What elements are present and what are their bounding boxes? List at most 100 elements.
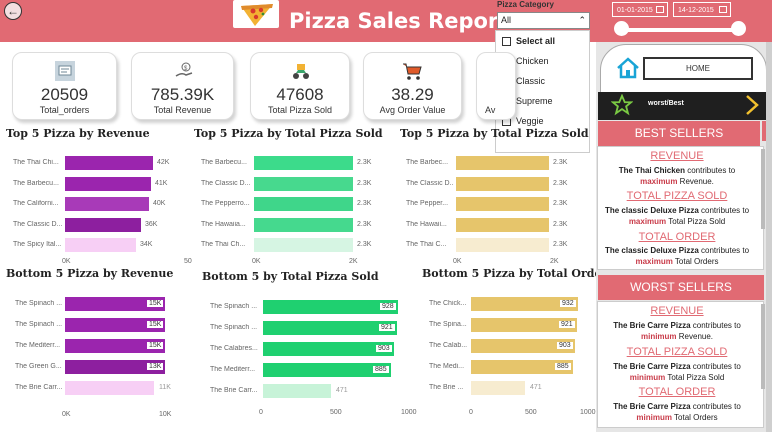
worst-scrollbar[interactable]: [761, 304, 765, 389]
worst-total-order-text: The Brie Carre Pizza contributes to: [613, 402, 741, 411]
best-revenue-text: The Thai Chicken contributes to: [618, 166, 736, 175]
arrow-left-circle-icon[interactable]: ←: [4, 2, 22, 20]
bar-category-label: The Classic D...: [201, 179, 251, 187]
slider-start-handle[interactable]: [614, 21, 629, 36]
kpi-value: 785.39K: [150, 85, 215, 104]
chart-title: Top 5 Pizza by Total Pizza Sold: [194, 127, 383, 140]
kpi-card-avg-order-value: 38.29 Avg Order Value: [363, 52, 462, 120]
page-title: Pizza Sales Report: [289, 9, 509, 33]
bar[interactable]: [263, 342, 394, 356]
worst-revenue-title: REVENUE: [650, 305, 704, 317]
slider-end-handle[interactable]: [731, 21, 746, 36]
bar[interactable]: [456, 176, 549, 191]
end-date-input[interactable]: 14-12-2015: [673, 2, 731, 17]
bar[interactable]: [65, 176, 151, 191]
axis-tick-label: 500: [330, 409, 342, 416]
bar[interactable]: [263, 321, 397, 335]
bar-value-label: 471: [530, 384, 542, 391]
bar-value-label: 42K: [157, 159, 170, 166]
bar[interactable]: [65, 197, 149, 211]
bar[interactable]: [263, 363, 391, 377]
bar-value-label: 885: [373, 366, 389, 373]
home-button[interactable]: HOME: [643, 57, 753, 80]
bar-category-label: The Classic D...: [406, 179, 453, 187]
pizza-slice-logo: [233, 0, 279, 28]
axis-tick-label: 0K: [62, 258, 71, 265]
axis-tick-label: 500: [525, 409, 537, 416]
bar-value-label: 903: [557, 342, 573, 349]
bar[interactable]: [254, 176, 353, 191]
bar-category-label: The Calabres...: [210, 345, 258, 352]
worst-total-order-title: TOTAL ORDER: [638, 386, 716, 398]
chart-title: Top 5 Pizza by Total Pizza Sold: [400, 127, 589, 140]
bar-value-label: 921: [379, 324, 395, 331]
bar[interactable]: [65, 156, 153, 170]
house-icon[interactable]: [616, 56, 640, 80]
bar-category-label: The Classic D...: [13, 220, 62, 228]
bar[interactable]: [254, 156, 353, 170]
bar-category-label: The Calab...: [429, 342, 468, 349]
bar-category-label: The Spicy Ital...: [13, 241, 62, 248]
bar[interactable]: [456, 156, 549, 170]
best-sellers-box: REVENUE The Thai Chicken contributes to …: [597, 146, 765, 270]
axis-tick-label: 2K: [550, 258, 559, 265]
chevron-right-icon[interactable]: [744, 94, 760, 116]
bar[interactable]: [456, 217, 549, 232]
chart-title: Bottom 5 by Total Pizza Sold: [202, 270, 379, 283]
bar-value-label: 2.3K: [553, 220, 568, 228]
start-date-input[interactable]: 01-01-2015: [612, 2, 668, 17]
best-revenue-title: REVENUE: [650, 150, 704, 162]
receipt-icon: [55, 61, 75, 81]
bar-category-label: The Spinach ...: [210, 303, 258, 310]
bar[interactable]: [65, 217, 141, 232]
category-dropdown[interactable]: All ⌃: [497, 12, 590, 29]
bar-value-label: 11K: [159, 384, 171, 391]
kpi-card-total-pizza-sold: 47608 Total Pizza Sold: [250, 52, 350, 120]
checkbox-icon[interactable]: [502, 36, 511, 46]
bar[interactable]: [65, 238, 136, 252]
bar[interactable]: [263, 300, 398, 314]
bar[interactable]: [254, 197, 353, 211]
bar[interactable]: [471, 381, 525, 395]
bar-category-label: The Hawaii...: [406, 220, 447, 228]
bar[interactable]: [263, 384, 331, 398]
bar-value-label: 2.3K: [553, 179, 568, 187]
best-sellers-header: BEST SELLERS: [598, 121, 760, 146]
bar[interactable]: [456, 238, 549, 252]
axis-tick-label: 0K: [62, 411, 71, 418]
chart-title: Bottom 5 Pizza by Revenue: [6, 267, 174, 280]
kpi-label: Total Revenue: [153, 105, 212, 115]
star-icon[interactable]: [611, 94, 633, 116]
bar-category-label: The Brie Carr...: [210, 387, 258, 394]
axis-tick-label: 1000: [401, 409, 417, 416]
bar-value-label: 2.3K: [357, 241, 372, 248]
best-scrollbar[interactable]: [761, 149, 765, 229]
category-selected-value: All: [501, 15, 512, 25]
calendar-icon: [719, 6, 727, 13]
bar-value-label: 928: [380, 303, 396, 310]
nav-label: worst/Best: [648, 100, 684, 107]
bar[interactable]: [65, 381, 154, 395]
bar-value-label: 40K: [153, 200, 166, 207]
axis-tick-label: 10K: [159, 411, 172, 418]
category-filter-label: Pizza Category: [497, 0, 554, 9]
bar[interactable]: [254, 238, 353, 252]
kpi-label: Total Pizza Sold: [267, 105, 333, 115]
axis-tick-label: 0K: [453, 258, 462, 265]
page-scrollbar[interactable]: [766, 42, 772, 432]
bar-value-label: 2.3K: [357, 159, 372, 166]
bar-value-label: 15K: [147, 300, 164, 307]
bar-category-label: The Barbecu...: [13, 179, 59, 187]
worst-revenue-text: The Brie Carre Pizza contributes to: [613, 321, 741, 330]
bar-value-label: 41K: [155, 179, 168, 187]
axis-tick-label: 0: [469, 409, 473, 416]
kpi-value: 38.29: [391, 85, 434, 104]
date-range-slider[interactable]: [621, 28, 739, 32]
bar[interactable]: [456, 197, 549, 211]
bar[interactable]: [254, 217, 353, 232]
end-date-value: 14-12-2015: [678, 7, 714, 14]
axis-tick-label: 0K: [252, 258, 261, 265]
option-select-all[interactable]: Select all: [502, 36, 555, 46]
bar-value-label: 2.3K: [357, 200, 372, 207]
bar-value-label: 13K: [147, 363, 164, 370]
